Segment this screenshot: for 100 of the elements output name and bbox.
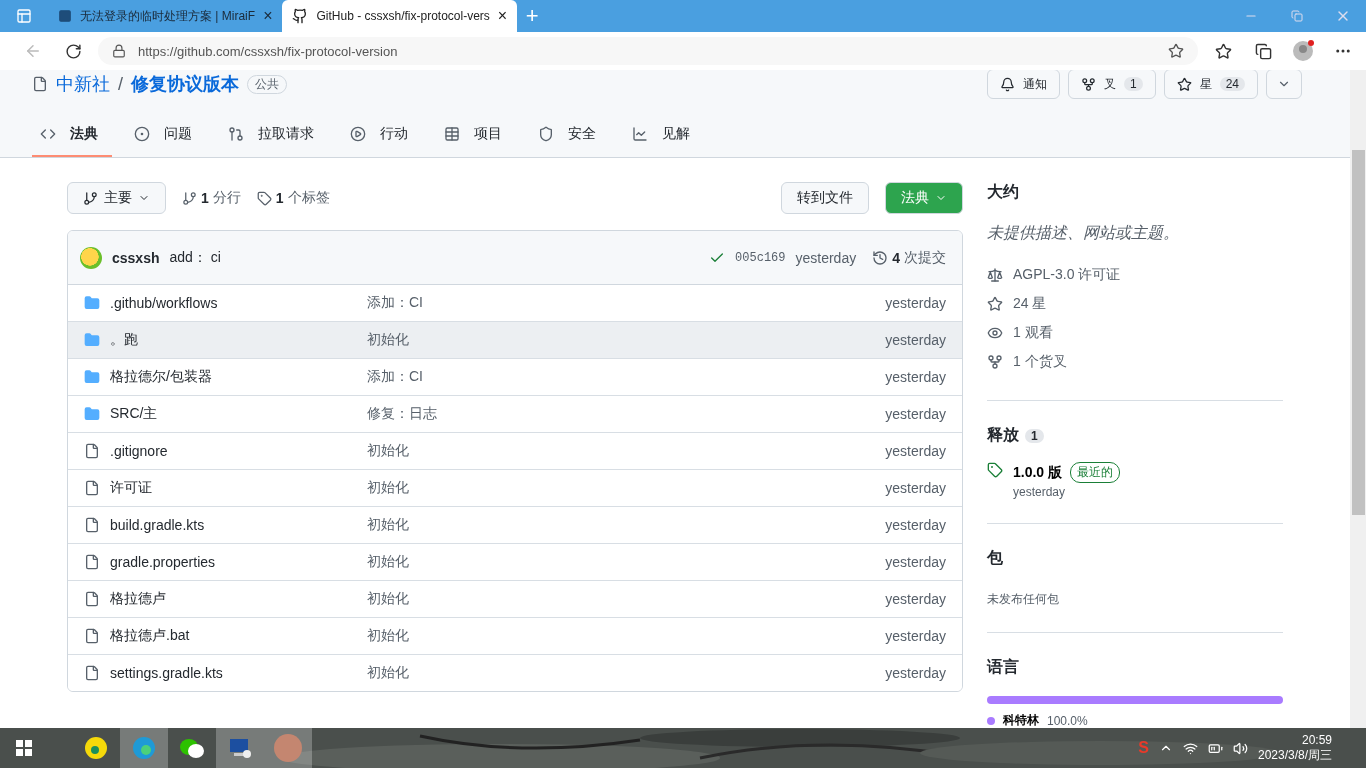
repo-action-button[interactable]: 叉 1 bbox=[1067, 70, 1156, 99]
file-name[interactable]: gradle.properties bbox=[110, 554, 367, 570]
graph-icon bbox=[632, 125, 648, 142]
file-icon bbox=[84, 554, 100, 570]
repo-name-link[interactable]: 修复协议版本 bbox=[131, 72, 239, 96]
commit-message[interactable]: 初始化 bbox=[367, 479, 886, 497]
branches-link[interactable]: 1 分行 bbox=[182, 189, 241, 207]
file-time: yesterday bbox=[885, 332, 946, 348]
latest-badge: 最近的 bbox=[1070, 462, 1121, 483]
star-icon bbox=[987, 295, 1003, 312]
repo-action-button[interactable]: 通知 bbox=[986, 70, 1060, 99]
clock-date[interactable]: 2023/3/8/周三 bbox=[1257, 746, 1332, 764]
release-link[interactable]: 1.0.0 版 bbox=[1013, 463, 1063, 482]
commit-message[interactable]: 添加：CI bbox=[367, 294, 886, 312]
commit-message[interactable]: 初始化 bbox=[367, 516, 886, 534]
volume-icon[interactable] bbox=[1232, 740, 1248, 756]
commit-author[interactable]: cssxsh bbox=[112, 249, 160, 266]
packages-text: 未发布任何包 bbox=[987, 592, 1059, 606]
site-icon bbox=[58, 9, 72, 23]
nav-tab[interactable]: 法典 bbox=[32, 112, 112, 157]
file-time: yesterday bbox=[885, 554, 946, 570]
owner-link[interactable]: 中新社 bbox=[56, 72, 110, 96]
fork-icon bbox=[987, 353, 1003, 370]
language-name[interactable]: 科特林 bbox=[1003, 712, 1039, 728]
nav-tab[interactable]: 问题 bbox=[126, 112, 206, 157]
file-name[interactable]: build.gradle.kts bbox=[110, 517, 367, 533]
issue-icon bbox=[134, 125, 150, 142]
browser-tab[interactable]: 无法登录的临时处理方案 | MiraiF × bbox=[48, 0, 283, 32]
computer-icon[interactable] bbox=[216, 728, 264, 768]
file-name[interactable]: settings.gradle.kts bbox=[110, 665, 367, 681]
tags-link[interactable]: 1 个标签 bbox=[256, 189, 330, 207]
file-time: yesterday bbox=[885, 591, 946, 607]
github-icon bbox=[292, 8, 309, 24]
commit-message[interactable]: 初始化 bbox=[367, 627, 886, 645]
bell-icon bbox=[999, 76, 1015, 92]
file-name[interactable]: 格拉德卢.bat bbox=[110, 627, 367, 645]
file-row[interactable]: settings.gradle.kts 初始化 yesterday bbox=[68, 654, 962, 691]
file-icon bbox=[84, 591, 100, 607]
branch-icon bbox=[182, 190, 197, 206]
repo-action-button[interactable]: 星 24 bbox=[1163, 70, 1258, 99]
nav-tab[interactable]: 项目 bbox=[436, 112, 516, 157]
favorite-icon[interactable] bbox=[1168, 43, 1184, 59]
commit-message[interactable]: 初始化 bbox=[367, 442, 886, 460]
tag-icon bbox=[987, 462, 1003, 478]
star-icon bbox=[1176, 76, 1192, 92]
nav-tab[interactable]: 见解 bbox=[624, 112, 704, 157]
file-name[interactable]: 。跑 bbox=[110, 331, 367, 349]
folder-icon bbox=[84, 369, 100, 385]
commit-message[interactable]: 初始化 bbox=[367, 590, 886, 608]
address-field[interactable]: https://github.com/cssxsh/fix-protocol-version bbox=[98, 37, 1198, 65]
law-icon bbox=[987, 266, 1003, 283]
commit-message[interactable]: 初始化 bbox=[367, 553, 886, 571]
nav-tab[interactable]: 行动 bbox=[342, 112, 422, 157]
repo-icon bbox=[32, 76, 48, 92]
file-name[interactable]: 格拉德卢 bbox=[110, 590, 367, 608]
about-link[interactable]: AGPL-3.0 许可证 bbox=[987, 260, 1283, 289]
release-count: 1 bbox=[1025, 428, 1044, 443]
commit-message[interactable]: 初始化 bbox=[367, 331, 886, 349]
file-name[interactable]: 格拉德尔/包装器 bbox=[110, 368, 367, 386]
file-icon bbox=[84, 517, 100, 533]
file-time: yesterday bbox=[885, 369, 946, 385]
url-text: https://github.com/cssxsh/fix-protocol-version bbox=[138, 43, 399, 59]
clock-time[interactable]: 20:59 bbox=[1301, 732, 1332, 747]
scrollbar[interactable] bbox=[1350, 70, 1366, 728]
go-to-file-button[interactable]: 转到文件 bbox=[781, 182, 869, 214]
tab-title: GitHub - cssxsh/fix-protocol-vers bbox=[316, 9, 490, 23]
nav-tab[interactable]: 拉取请求 bbox=[220, 112, 328, 157]
commit-hash[interactable]: 005c169 bbox=[735, 250, 786, 265]
file-icon bbox=[84, 443, 100, 459]
commit-message[interactable]: 初始化 bbox=[367, 664, 886, 682]
file-time: yesterday bbox=[885, 517, 946, 533]
file-name[interactable]: SRC/主 bbox=[110, 405, 367, 423]
file-icon bbox=[84, 628, 100, 644]
pr-icon bbox=[228, 125, 244, 142]
file-name[interactable]: 许可证 bbox=[110, 479, 367, 497]
branch-button[interactable]: 主要 bbox=[67, 182, 166, 214]
commit-message[interactable]: 添加：CI bbox=[367, 368, 886, 386]
file-time: yesterday bbox=[885, 295, 946, 311]
commit-message[interactable]: 修复：日志 bbox=[367, 405, 886, 423]
close-tab-button[interactable]: × bbox=[263, 7, 273, 25]
file-name[interactable]: .gitignore bbox=[110, 443, 367, 459]
browser-tab[interactable]: GitHub - cssxsh/fix-protocol-vers × bbox=[282, 0, 518, 32]
file-name[interactable]: .github/workflows bbox=[110, 295, 367, 311]
about-link[interactable]: 1 个货叉 bbox=[987, 347, 1283, 376]
commit-message[interactable]: add： ci bbox=[169, 248, 700, 267]
close-tab-button[interactable]: × bbox=[497, 7, 508, 25]
wifi-icon[interactable] bbox=[1182, 740, 1198, 756]
folder-icon bbox=[84, 295, 100, 311]
commits-link[interactable]: 4 次提交 bbox=[872, 248, 946, 267]
avatar bbox=[80, 246, 102, 269]
file-time: yesterday bbox=[885, 443, 946, 459]
about-link[interactable]: 1 观看 bbox=[987, 318, 1283, 347]
about-link[interactable]: 24 星 bbox=[987, 289, 1283, 318]
history-icon bbox=[872, 249, 889, 266]
file-row[interactable]: 。跑 初始化 yesterday bbox=[68, 321, 962, 358]
nav-tab[interactable]: 安全 bbox=[530, 112, 610, 157]
description: 未提供描述、网站或主题。 bbox=[987, 223, 1180, 243]
file-icon bbox=[84, 665, 100, 681]
shield-icon bbox=[538, 125, 554, 142]
file-time: yesterday bbox=[885, 406, 946, 422]
